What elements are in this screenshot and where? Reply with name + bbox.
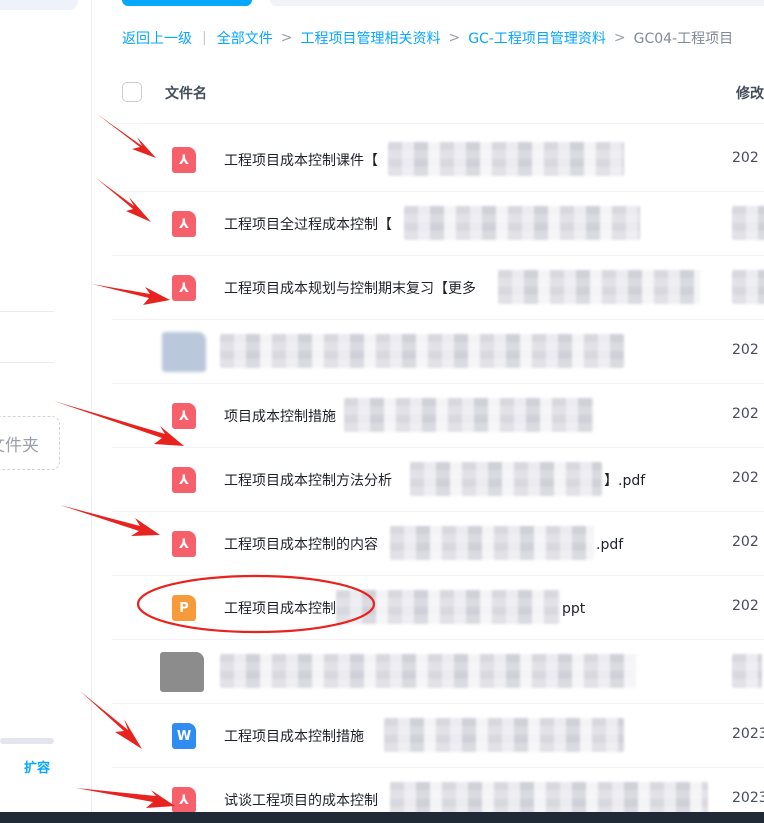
file-row[interactable]: 202 bbox=[112, 320, 764, 384]
file-row[interactable]: P 工程项目成本控制 ppt 202 bbox=[112, 576, 764, 640]
select-all-checkbox[interactable] bbox=[122, 82, 142, 102]
file-name[interactable]: 工程项目成本规划与控制期末复习【更多 bbox=[224, 278, 476, 298]
file-list-header: 文件名 修改 bbox=[112, 72, 764, 124]
breadcrumb: 返回上一级 | 全部文件 > 工程项目管理相关资料 > GC-工程项目管理资料 … bbox=[122, 28, 733, 48]
file-modified-date: 202 bbox=[732, 534, 759, 550]
pdf-file-icon: ⅄ bbox=[172, 787, 196, 813]
upload-button[interactable] bbox=[122, 0, 252, 6]
redacted-text bbox=[498, 270, 700, 304]
back-link[interactable]: 返回上一级 bbox=[122, 28, 192, 48]
sidebar-divider bbox=[0, 362, 54, 363]
redacted-text bbox=[390, 782, 708, 816]
file-row[interactable]: ⅄ 工程项目成本控制方法分析 】.pdf 202 bbox=[112, 448, 764, 512]
redacted-text bbox=[390, 526, 594, 560]
redacted-text bbox=[388, 142, 624, 176]
file-modified-date: 202 bbox=[732, 470, 759, 486]
sidebar-top-item[interactable] bbox=[0, 0, 78, 10]
pdf-file-icon: ⅄ bbox=[172, 403, 196, 429]
column-header-name[interactable]: 文件名 bbox=[165, 83, 207, 103]
pdf-file-icon: ⅄ bbox=[172, 275, 196, 301]
image-file-icon bbox=[162, 332, 206, 372]
image-file-icon bbox=[160, 652, 204, 692]
sidebar-divider bbox=[0, 311, 54, 312]
breadcrumb-item[interactable]: 工程项目管理相关资料 bbox=[300, 28, 440, 48]
netdisk-window: 文件夹 扩容 返回上一级 | 全部文件 > 工程项目管理相关资料 > GC-工程… bbox=[0, 0, 764, 823]
file-row[interactable]: ⅄ 工程项目成本控制课件【 202 bbox=[112, 128, 764, 192]
redacted-date bbox=[732, 654, 762, 688]
breadcrumb-item-all-files[interactable]: 全部文件 bbox=[217, 28, 273, 48]
pdf-file-icon: ⅄ bbox=[172, 147, 196, 173]
file-row[interactable]: ⅄ 工程项目成本控制的内容 .pdf 202 bbox=[112, 512, 764, 576]
chevron-right-icon: > bbox=[280, 30, 293, 46]
file-row[interactable] bbox=[112, 640, 764, 704]
file-row[interactable]: ⅄ 工程项目全过程成本控制【 bbox=[112, 192, 764, 256]
chevron-right-icon: > bbox=[613, 30, 626, 46]
redacted-text bbox=[220, 654, 636, 688]
taskbar bbox=[0, 812, 764, 823]
file-modified-date: 2023 bbox=[732, 790, 764, 806]
redacted-text bbox=[336, 590, 560, 624]
sidebar: 文件夹 扩容 bbox=[0, 0, 92, 823]
redacted-text bbox=[404, 206, 640, 240]
file-modified-date: 202 bbox=[732, 406, 759, 422]
file-modified-date: 2023 bbox=[732, 726, 764, 742]
pdf-file-icon: ⅄ bbox=[172, 531, 196, 557]
redacted-date bbox=[732, 270, 764, 304]
redacted-text bbox=[384, 718, 624, 752]
breadcrumb-current: GC04-工程项目 bbox=[633, 31, 734, 47]
file-name[interactable]: 项目成本控制措施 bbox=[224, 406, 336, 426]
ppt-file-icon: P bbox=[172, 595, 196, 621]
file-row[interactable]: ⅄ 项目成本控制措施 202 bbox=[112, 384, 764, 448]
file-name[interactable]: 工程项目全过程成本控制【 bbox=[224, 214, 392, 234]
breadcrumb-separator: | bbox=[202, 30, 207, 46]
new-folder-label: 文件夹 bbox=[0, 435, 39, 456]
file-modified-date: 202 bbox=[732, 342, 759, 358]
pdf-file-icon: ⅄ bbox=[172, 467, 196, 493]
search-input[interactable] bbox=[270, 0, 764, 6]
file-modified-date: 202 bbox=[732, 598, 759, 614]
new-folder-button[interactable]: 文件夹 bbox=[0, 416, 60, 470]
redacted-text bbox=[344, 398, 594, 432]
file-name[interactable]: 试谈工程项目的成本控制 bbox=[224, 790, 378, 810]
redacted-text bbox=[220, 334, 624, 368]
redacted-text bbox=[410, 462, 602, 496]
file-row[interactable]: W 工程项目成本控制措施 2023 bbox=[112, 704, 764, 768]
file-name[interactable]: 工程项目成本控制措施 bbox=[224, 726, 364, 746]
file-modified-date: 202 bbox=[732, 150, 759, 166]
column-header-modified[interactable]: 修改 bbox=[736, 83, 764, 103]
chevron-right-icon: > bbox=[448, 30, 461, 46]
pdf-file-icon: ⅄ bbox=[172, 211, 196, 237]
expand-storage-link[interactable]: 扩容 bbox=[24, 757, 50, 776]
file-row[interactable]: ⅄ 工程项目成本规划与控制期末复习【更多 bbox=[112, 256, 764, 320]
file-name[interactable]: 工程项目成本控制课件【 bbox=[224, 150, 378, 170]
word-file-icon: W bbox=[172, 723, 196, 749]
redacted-date bbox=[732, 206, 764, 240]
breadcrumb-item[interactable]: GC-工程项目管理资料 bbox=[468, 28, 606, 48]
storage-usage-bar bbox=[0, 738, 54, 744]
